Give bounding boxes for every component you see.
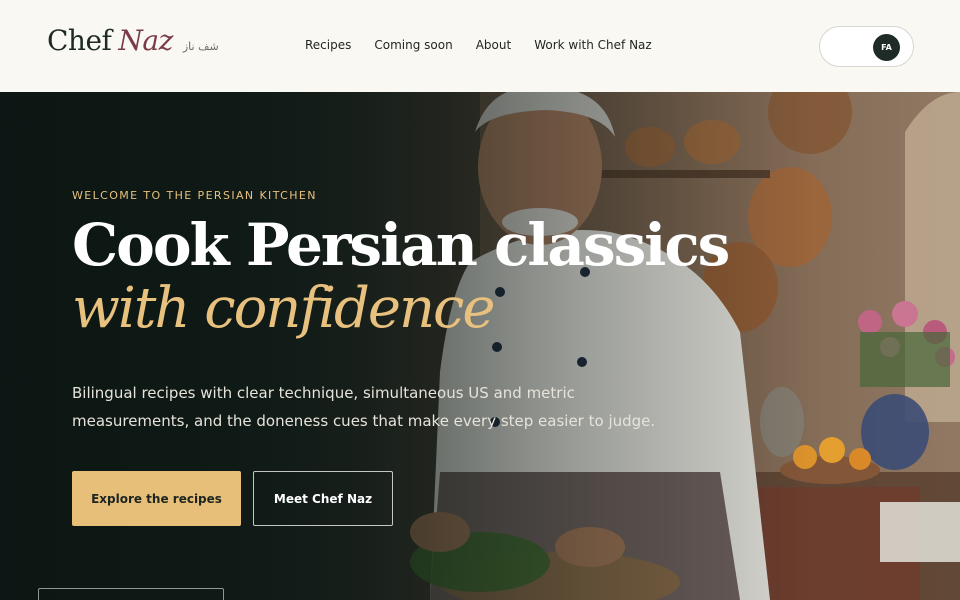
hero-headline-accent: with confidence (72, 276, 496, 341)
logo-farsi-text: شف ناز (182, 40, 219, 53)
main-nav: Recipes Coming soon About Work with Chef… (305, 38, 675, 52)
meet-chef-button[interactable]: Meet Chef Naz (253, 471, 393, 526)
logo-naz-text: Naz (118, 24, 173, 57)
hero-section: WELCOME TO THE PERSIAN KITCHEN Cook Pers… (0, 92, 960, 600)
bottom-card-outline (38, 588, 224, 600)
nav-work-with-chef[interactable]: Work with Chef Naz (534, 38, 652, 52)
language-toggle[interactable]: FA (819, 26, 914, 67)
hero-eyebrow: WELCOME TO THE PERSIAN KITCHEN (72, 189, 317, 202)
nav-about[interactable]: About (476, 38, 511, 52)
hero-headline: Cook Persian classics (72, 211, 730, 279)
site-header: Chef Naz شف ناز Recipes Coming soon Abou… (0, 0, 960, 92)
site-logo[interactable]: Chef Naz شف ناز (47, 24, 219, 57)
explore-recipes-button[interactable]: Explore the recipes (72, 471, 241, 526)
language-fa-badge[interactable]: FA (873, 34, 900, 61)
hero-subtext: Bilingual recipes with clear technique, … (72, 384, 656, 430)
nav-coming-soon[interactable]: Coming soon (374, 38, 452, 52)
nav-recipes[interactable]: Recipes (305, 38, 351, 52)
logo-chef-text: Chef (47, 24, 112, 57)
